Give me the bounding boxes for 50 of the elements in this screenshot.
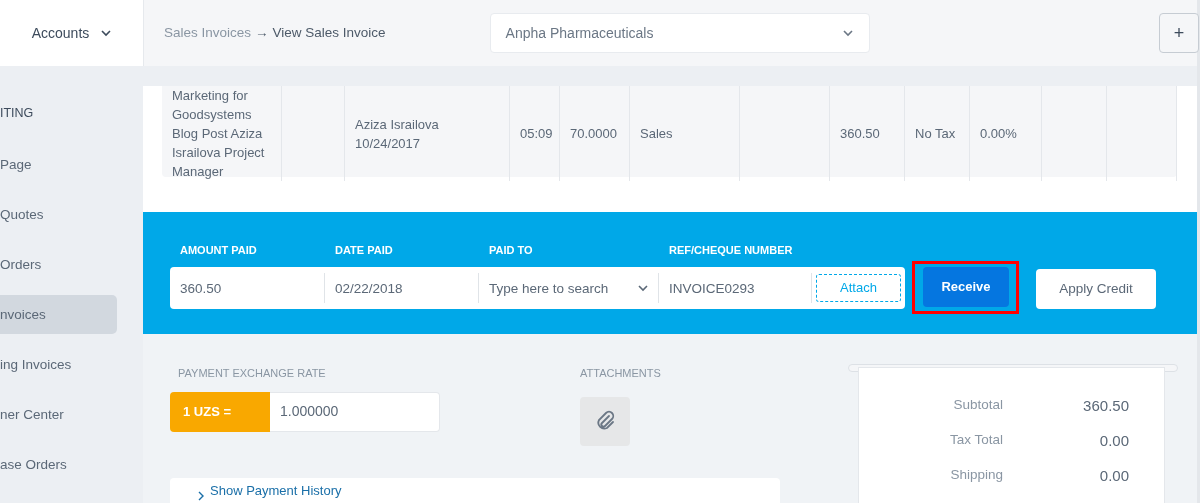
show-payment-history-link[interactable]: Show Payment History (210, 484, 342, 503)
total-value: 0.00 (1098, 466, 1129, 486)
input-field[interactable]: INVOICE0293 (659, 273, 812, 303)
table-cell-text: 05:09 (520, 125, 553, 143)
paperclip-icon (595, 410, 615, 432)
total-label: Tax Total (948, 431, 1003, 449)
section-label: ITING (0, 106, 34, 120)
company-select[interactable]: Anpha Pharmaceuticals (489, 13, 870, 53)
chevron-right-icon (198, 491, 204, 501)
table-cell-text: Marketing for Goodsystems Blog Post Aziza Israilova Project Manager (172, 87, 266, 181)
field-label: AMOUNT PAID (180, 244, 257, 256)
sidebar-item[interactable]: nvoices (0, 294, 117, 334)
total-value: 0.00 (1098, 431, 1129, 451)
payee-search-field[interactable]: Type here to search (489, 273, 629, 303)
section-label: PAYMENT EXCHANGE RATE (177, 366, 327, 381)
total-label: Shipping (949, 466, 1003, 484)
add-button[interactable]: + (1159, 13, 1199, 53)
field-label: PAID TO (489, 244, 533, 256)
receive-button[interactable]: Receive (923, 267, 1009, 307)
input-field[interactable]: 02/22/2018 (325, 273, 479, 303)
breadcrumb-link[interactable]: Sales Invoices (164, 22, 252, 44)
chevron-down-icon (101, 29, 112, 37)
sidebar-item[interactable]: ing Invoices (0, 344, 117, 384)
attach-file-button[interactable] (580, 396, 630, 446)
total-value: 360.50 (1082, 396, 1129, 416)
sidebar-item[interactable]: Page (0, 144, 117, 184)
apply-credit-button[interactable]: Apply Credit (1036, 269, 1156, 309)
sidebar-item[interactable]: ner Center (0, 394, 117, 434)
table-cell-text: 70.0000 (570, 125, 617, 143)
table-cell-text: Sales (640, 125, 673, 143)
field-label: DATE PAID (335, 244, 393, 256)
field-label: REF/CHEQUE NUMBER (669, 244, 793, 256)
attach-button[interactable]: Attach (816, 274, 901, 302)
table-cell-text: Aziza Israilova 10/24/2017 (355, 115, 440, 153)
sidebar-item[interactable]: Orders (0, 244, 117, 284)
section-label: ATTACHMENTS (580, 366, 661, 381)
sidebar-item[interactable]: Quotes (0, 194, 117, 234)
currency-label: 1 UZS = (170, 391, 270, 432)
breadcrumb-current: View Sales Invoice (272, 23, 386, 42)
table-cell-text: 360.50 (840, 125, 880, 143)
chevron-down-icon (638, 284, 648, 292)
table-cell-text: 0.00% (980, 125, 1017, 143)
total-label: Subtotal (952, 396, 1003, 414)
table-cell-text: No Tax (915, 125, 956, 143)
menu-title[interactable]: Accounts (31, 22, 90, 44)
chevron-down-icon (842, 29, 853, 37)
input-field[interactable]: 360.50 (170, 273, 325, 303)
breadcrumb-separator: → (255, 23, 269, 42)
exchange-rate-field[interactable]: 1.000000 (270, 391, 440, 432)
sidebar-item[interactable]: ase Orders (0, 444, 117, 484)
